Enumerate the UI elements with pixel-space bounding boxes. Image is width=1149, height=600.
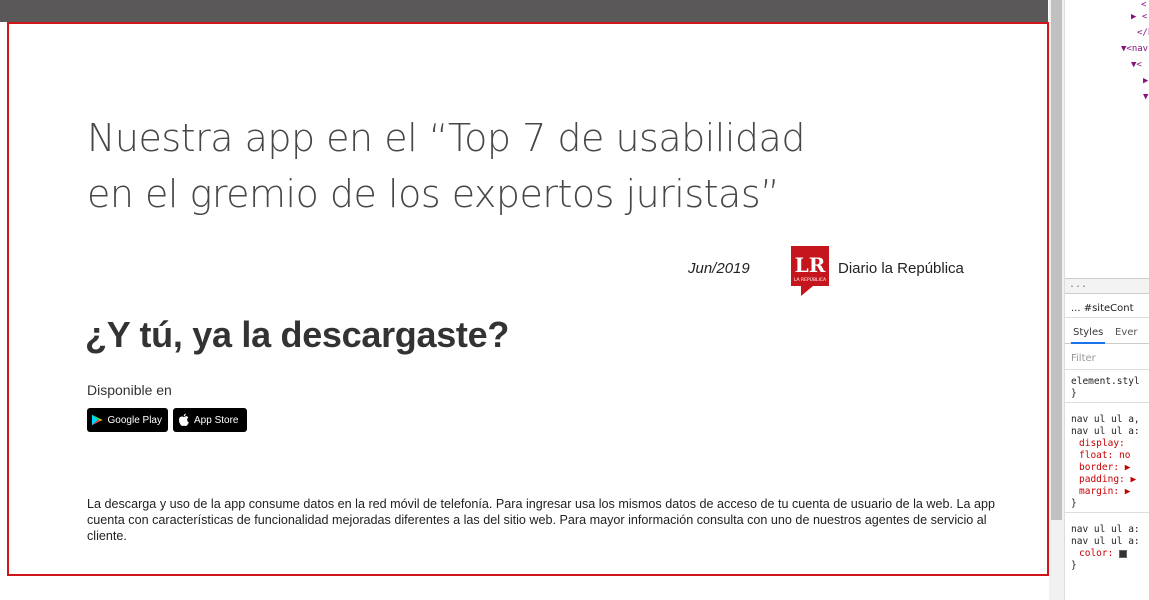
rule-selector[interactable]: nav ul ul a, xyxy=(1071,414,1140,425)
dom-line[interactable]: ▶ < xyxy=(1131,12,1147,22)
headline-line-2: en el gremio de los expertos juristas” xyxy=(87,172,780,216)
styles-filter-input[interactable]: Filter xyxy=(1065,348,1149,370)
download-cta-heading: ¿Y tú, ya la descargaste? xyxy=(85,314,510,355)
available-label: Disponible en xyxy=(87,382,172,398)
devtools-tabs: Styles Ever xyxy=(1065,322,1149,344)
headline-line-1: Nuestra app en el “Top 7 de usabilidad xyxy=(87,116,805,160)
rule-property[interactable]: border: ▶ xyxy=(1079,462,1130,473)
article-date: Jun/2019 xyxy=(688,260,750,277)
logo-letters: LR xyxy=(795,253,826,277)
rule-selector[interactable]: element.styl xyxy=(1071,376,1140,387)
la-republica-logo-icon: LR LA REPÚBLICA xyxy=(791,246,829,296)
rule-selector[interactable]: nav ul ul a: xyxy=(1071,524,1140,535)
app-store-button[interactable]: App Store xyxy=(173,408,247,432)
disclaimer-text: La descarga y uso de la app consume dato… xyxy=(87,497,996,543)
rule-divider xyxy=(1065,512,1149,513)
page-scrollbar-thumb[interactable] xyxy=(1051,0,1062,520)
logo-subtext: LA REPÚBLICA xyxy=(794,276,827,283)
dom-line[interactable]: ▶ xyxy=(1143,76,1148,86)
dom-line[interactable]: ▼ xyxy=(1143,92,1148,102)
google-play-icon xyxy=(91,414,103,426)
article-frame: Nuestra app en el “Top 7 de usabilidad e… xyxy=(7,22,1049,576)
dom-line[interactable]: ▼<nav xyxy=(1121,44,1148,54)
rule-brace: } xyxy=(1071,498,1077,509)
dom-line[interactable]: ▼< xyxy=(1131,60,1142,70)
color-property-label: color: xyxy=(1079,548,1114,559)
rule-selector[interactable]: nav ul ul a: xyxy=(1071,426,1140,437)
source-name: Diario la República xyxy=(838,260,964,277)
color-swatch-icon[interactable] xyxy=(1119,549,1128,558)
tab-styles[interactable]: Styles xyxy=(1071,322,1106,344)
devtools-breadcrumb[interactable]: ... #siteCont xyxy=(1065,300,1149,318)
rule-selector[interactable]: nav ul ul a: xyxy=(1071,536,1140,547)
rule-divider xyxy=(1065,402,1149,403)
rule-property[interactable]: margin: ▶ xyxy=(1079,486,1130,497)
devtools-panel: < ▶ < </h ▼<nav ▼< ▶ ▼ ... ... #siteCont… xyxy=(1064,0,1149,600)
tab-event-listeners[interactable]: Ever xyxy=(1115,322,1138,344)
rule-brace: } xyxy=(1071,560,1077,571)
google-play-button[interactable]: Google Play xyxy=(87,408,168,432)
rule-property[interactable]: display: xyxy=(1079,438,1125,449)
dom-line[interactable]: < xyxy=(1141,0,1146,10)
source-row: Jun/2019 LR LA REPÚBLICA Diario la Repúb… xyxy=(669,242,999,298)
page-header-bar xyxy=(0,0,1048,22)
google-play-label: Google Play xyxy=(107,414,162,426)
rule-brace: } xyxy=(1071,388,1077,399)
apple-icon xyxy=(179,413,189,426)
devtools-splitter[interactable]: ... xyxy=(1065,278,1149,294)
rule-property[interactable]: float: no xyxy=(1079,450,1130,461)
devtools-dom-tree: < ▶ < </h ▼<nav ▼< ▶ ▼ xyxy=(1065,0,1149,278)
app-store-label: App Store xyxy=(194,414,239,426)
dom-line[interactable]: </h xyxy=(1137,28,1149,38)
rule-property[interactable]: color: xyxy=(1079,548,1128,559)
rule-property[interactable]: padding: ▶ xyxy=(1079,474,1136,485)
headline: Nuestra app en el “Top 7 de usabilidad e… xyxy=(87,110,805,222)
